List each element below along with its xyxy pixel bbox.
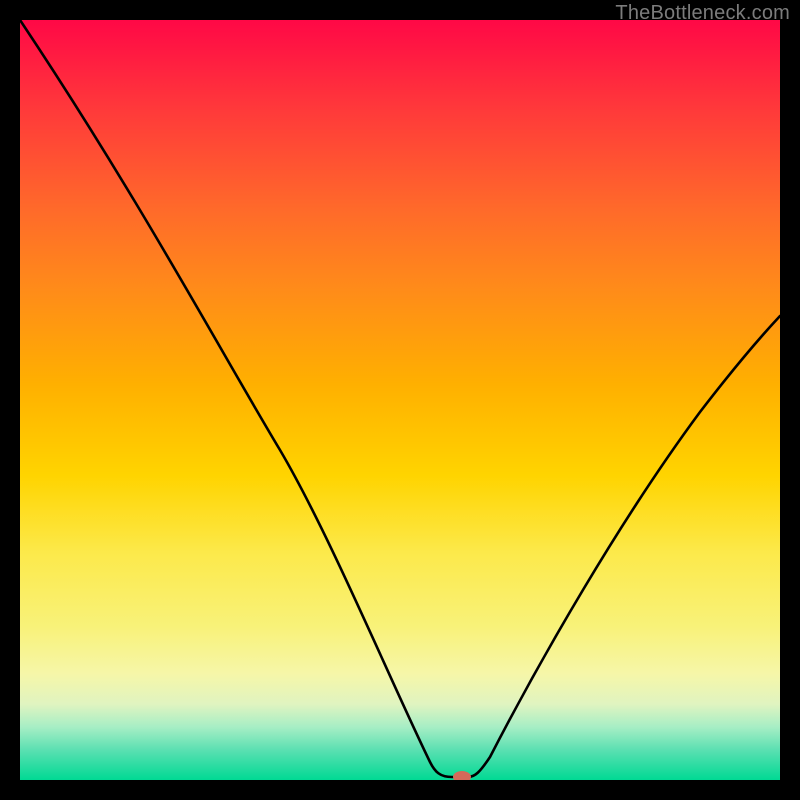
chart-frame: TheBottleneck.com: [0, 0, 800, 800]
curve-path: [20, 20, 780, 777]
minimum-marker: [453, 771, 471, 780]
watermark-text: TheBottleneck.com: [615, 2, 790, 25]
plot-area: [20, 20, 780, 780]
bottleneck-curve: [20, 20, 780, 780]
